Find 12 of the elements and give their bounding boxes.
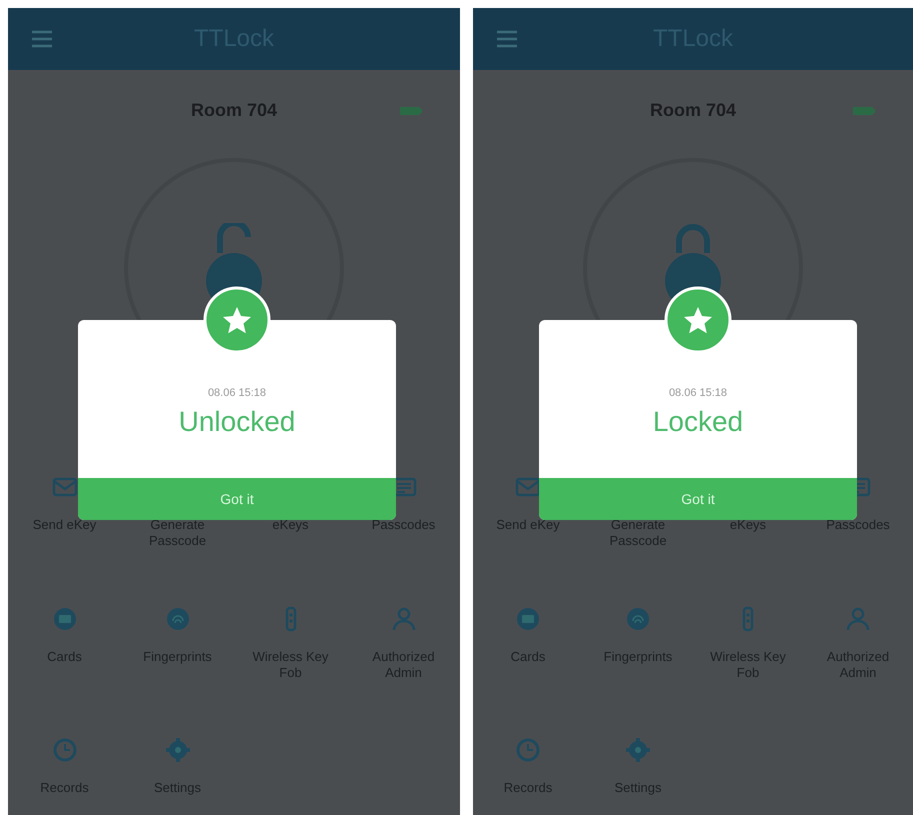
- menu-icon[interactable]: [495, 29, 519, 49]
- battery-icon: [853, 106, 875, 116]
- clock-icon[interactable]: [514, 736, 542, 764]
- menu-icon[interactable]: [30, 29, 54, 49]
- clock-icon[interactable]: [50, 736, 78, 764]
- battery-icon: [400, 106, 422, 116]
- dialog-time: 08.06 15:18: [668, 386, 728, 401]
- got-it-button[interactable]: Got it: [539, 478, 857, 520]
- dialog-status: Unlocked: [178, 405, 296, 440]
- dialog-status: Locked: [652, 405, 744, 440]
- got-it-button[interactable]: Got it: [78, 478, 396, 520]
- dialog-time: 08.06 15:18: [208, 386, 266, 401]
